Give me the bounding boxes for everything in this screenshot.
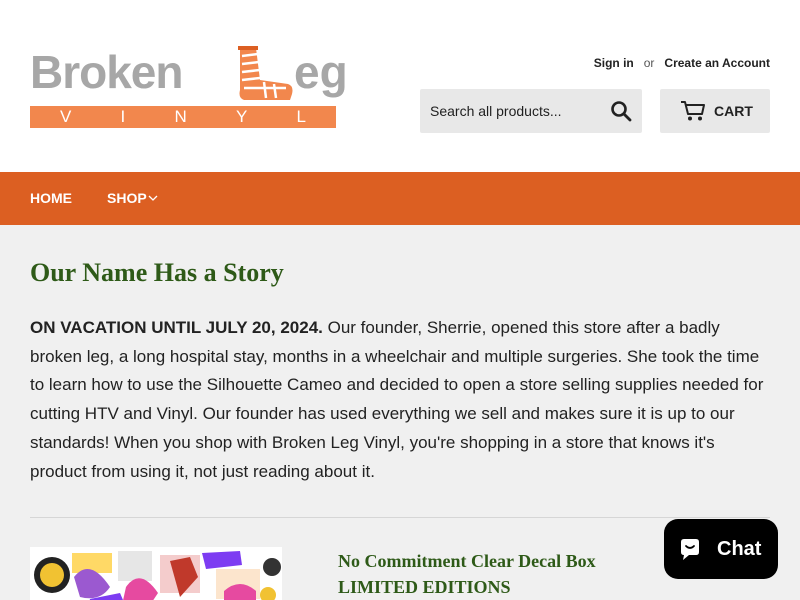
logo-word-broken: Broken [30, 46, 183, 98]
nav-item-shop[interactable]: SHOP [107, 172, 147, 225]
site-header: Broken eg V I N Y L Sign in or Create an… [0, 0, 800, 172]
cart-label: CART [714, 103, 753, 119]
logo-tagline-band: V I N Y L [30, 106, 336, 128]
story-body: Our founder, Sherrie, opened this store … [30, 318, 764, 481]
cart-button[interactable]: CART [660, 89, 770, 133]
divider [30, 517, 770, 518]
nav-item-home[interactable]: HOME [30, 172, 72, 225]
chat-button[interactable]: Chat [664, 519, 778, 579]
logo[interactable]: Broken eg V I N Y L [30, 44, 348, 128]
product-title-link[interactable]: No Commitment Clear Decal Box LIMITED ED… [338, 548, 678, 600]
search-bar[interactable]: Search all products... [420, 89, 642, 133]
product-image[interactable] [30, 547, 282, 600]
decal-collage-image [30, 547, 282, 600]
leg-cast-icon [238, 46, 293, 100]
page-title: Our Name Has a Story [30, 258, 284, 287]
logo-wordmark: Broken eg [30, 44, 348, 100]
logo-letter: I [120, 107, 126, 126]
logo-letter: V [60, 107, 72, 126]
search-input[interactable]: Search all products... [430, 89, 562, 133]
chevron-down-icon[interactable] [148, 194, 158, 202]
logo-letter: L [296, 107, 306, 126]
story-text: ON VACATION UNTIL JULY 20, 2024. Our fou… [30, 314, 772, 486]
create-account-link[interactable]: Create an Account [664, 56, 770, 70]
chat-label: Chat [717, 538, 762, 560]
main-nav: HOME SHOP [0, 172, 800, 225]
account-or-text: or [643, 56, 655, 70]
logo-letter: N [174, 107, 187, 126]
logo-word-eg: eg [294, 46, 348, 98]
search-icon[interactable] [610, 100, 632, 122]
logo-letter: Y [235, 107, 248, 126]
sign-in-link[interactable]: Sign in [594, 56, 634, 70]
vacation-notice: ON VACATION UNTIL JULY 20, 2024. [30, 318, 323, 337]
chat-bubble-icon [681, 539, 699, 560]
cart-icon [681, 101, 705, 121]
account-links: Sign in or Create an Account [594, 56, 770, 70]
